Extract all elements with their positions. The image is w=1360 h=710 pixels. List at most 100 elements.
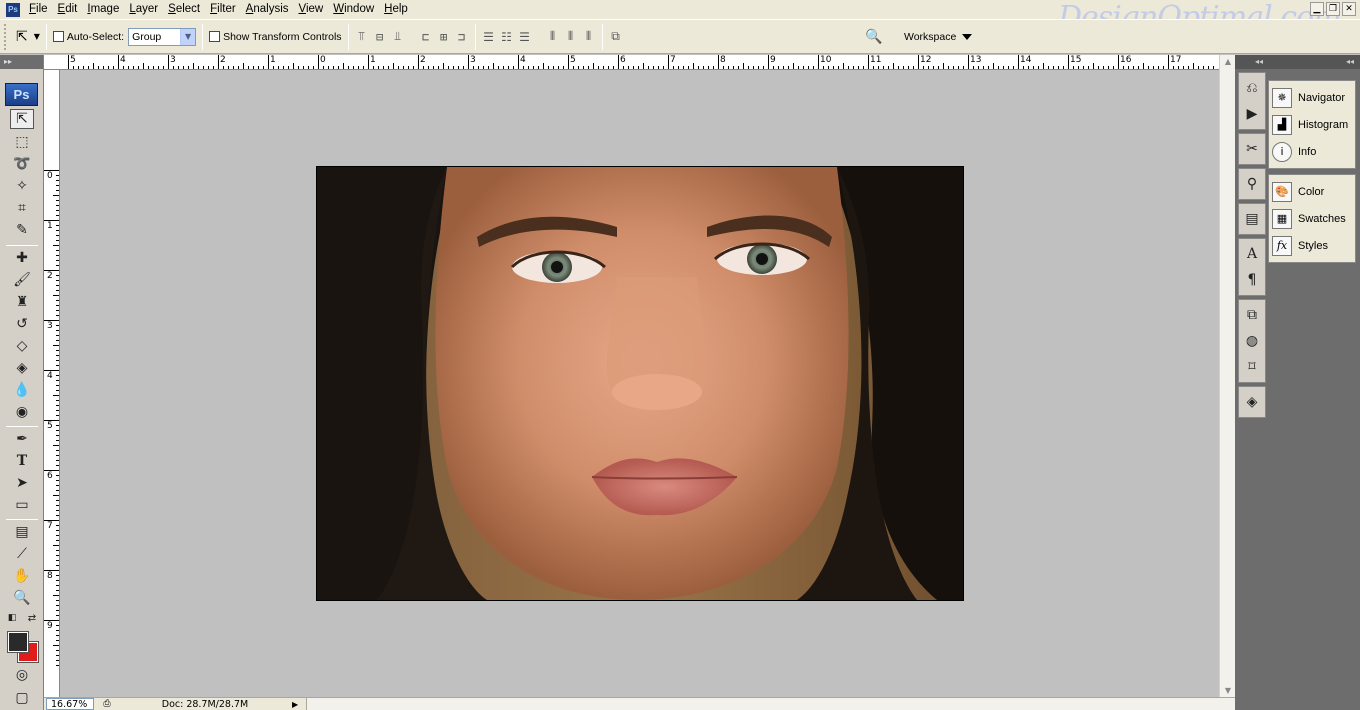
path-selection-tool-icon[interactable]: ➤ [10, 473, 34, 493]
go-to-bridge-button[interactable]: 🔍 [862, 26, 886, 48]
align-bottom-icon[interactable]: ⫫ [391, 29, 405, 44]
hand-tool-icon[interactable]: ✋ [10, 566, 34, 586]
crop-tool-icon[interactable]: ⌗ [10, 198, 34, 218]
auto-align-icon[interactable]: ⧉ [609, 29, 623, 44]
zoom-field[interactable]: 16.67% [46, 698, 94, 710]
history-panel-icon[interactable]: ⎌ [1239, 75, 1265, 101]
channels-panel-icon[interactable]: ◍ [1239, 328, 1265, 354]
ruler-minor-tick [603, 66, 604, 69]
layers-panel-icon[interactable]: ◈ [1239, 389, 1265, 415]
checkbox-box[interactable] [52, 31, 64, 42]
screen-mode-icon[interactable]: ▢ [10, 688, 34, 708]
menu-layer[interactable]: Layer [124, 0, 163, 19]
distribute-buttons: ☰ ☷ ☰ ⦀ ⦀ ⦀ [482, 29, 596, 44]
clone-stamp-tool-icon[interactable]: ♜ [10, 292, 34, 312]
dock-header[interactable]: ◂◂ ◂◂ [1235, 55, 1360, 69]
brushes-panel-icon[interactable]: ⚲ [1239, 171, 1265, 197]
distribute-hcenter-icon[interactable]: ⦀ [564, 29, 578, 44]
workspace-button[interactable]: Workspace [896, 26, 980, 48]
panel-styles[interactable]: fx Styles [1269, 232, 1355, 259]
align-top-icon[interactable]: ⫪ [355, 29, 369, 44]
ruler-minor-tick [633, 66, 634, 69]
menu-filter[interactable]: Filter [205, 0, 241, 19]
lasso-tool-icon[interactable]: ➰ [10, 154, 34, 174]
align-hcenter-icon[interactable]: ⊞ [437, 30, 451, 44]
eraser-tool-icon[interactable]: ◇ [10, 336, 34, 356]
paint-bucket-tool-icon[interactable]: ◈ [10, 358, 34, 378]
notes-tool-icon[interactable]: ▤ [10, 522, 34, 542]
chevron-down-icon[interactable]: ▼ [180, 28, 196, 45]
blur-tool-icon[interactable]: 💧 [10, 380, 34, 400]
panel-info[interactable]: i Info [1269, 138, 1355, 165]
options-grip[interactable] [4, 23, 10, 50]
pen-tool-icon[interactable]: ✒ [10, 429, 34, 449]
menu-window[interactable]: Window [328, 0, 379, 19]
quick-mask-icon[interactable]: ◎ [10, 665, 34, 685]
magic-wand-tool-icon[interactable]: ✧ [10, 176, 34, 196]
ruler-minor-tick [778, 66, 779, 69]
paths-panel-icon[interactable]: ⌑ [1239, 354, 1265, 380]
foreground-color-swatch[interactable] [7, 631, 29, 653]
marquee-tool-icon[interactable]: ⬚ [10, 132, 34, 152]
character-panel-icon[interactable]: A [1239, 241, 1265, 267]
show-transform-checkbox[interactable]: Show Transform Controls [209, 31, 342, 43]
actions-panel-icon[interactable]: ▶ [1239, 101, 1265, 127]
panel-histogram[interactable]: ▟ Histogram [1269, 111, 1355, 138]
scroll-down-icon[interactable]: ▼ [1223, 686, 1233, 695]
distribute-vcenter-icon[interactable]: ☷ [500, 30, 514, 44]
checkbox-box[interactable] [209, 31, 221, 42]
healing-brush-tool-icon[interactable]: ✚ [10, 248, 34, 268]
align-vcenter-icon[interactable]: ⊟ [373, 30, 387, 44]
doc-info-icon[interactable]: ⎙ [100, 698, 114, 710]
doc-size-readout: Doc: 28.7M/28.7M [161, 698, 249, 710]
menu-file[interactable]: File [24, 0, 53, 19]
distribute-right-icon[interactable]: ⦀ [582, 29, 596, 44]
scroll-up-icon[interactable]: ▲ [1223, 57, 1233, 66]
move-tool-icon[interactable]: ⇱ [10, 109, 34, 129]
menu-view[interactable]: View [294, 0, 329, 19]
distribute-bottom-icon[interactable]: ☰ [518, 30, 532, 44]
collapse-icon[interactable]: ◂◂ [1255, 55, 1263, 69]
auto-select-checkbox[interactable]: Auto-Select: [52, 31, 124, 43]
rectangle-tool-icon[interactable]: ▭ [10, 495, 34, 515]
distribute-top-icon[interactable]: ☰ [482, 30, 496, 44]
distribute-left-icon[interactable]: ⦀ [546, 29, 560, 44]
vertical-scrollbar[interactable]: ▲ ▼ [1219, 55, 1235, 697]
eyedropper-tool-icon[interactable]: ⟋ [10, 544, 34, 564]
default-colors-icon[interactable]: ◧ [6, 612, 18, 624]
panel-navigator[interactable]: ✵ Navigator [1269, 84, 1355, 111]
panel-color[interactable]: 🎨 Color [1269, 178, 1355, 205]
panel-swatches[interactable]: ▦ Swatches [1269, 205, 1355, 232]
layer-comps-panel-icon[interactable]: ⧉ [1239, 302, 1265, 328]
type-tool-icon[interactable]: T [10, 451, 34, 471]
brush-tool-icon[interactable]: 🖌 [10, 270, 34, 290]
dodge-tool-icon[interactable]: ◉ [10, 402, 34, 422]
menu-analysis[interactable]: Analysis [241, 0, 294, 19]
horizontal-scrollbar[interactable] [306, 698, 1235, 710]
minimize-icon[interactable]: ▁ [1310, 2, 1324, 16]
history-brush-tool-icon[interactable]: ↺ [10, 314, 34, 334]
clone-source-panel-icon[interactable]: ▤ [1239, 206, 1265, 232]
menu-select[interactable]: Select [163, 0, 205, 19]
swap-colors-icon[interactable]: ⇄ [26, 612, 38, 624]
toolbox-header[interactable]: ▸▸ [0, 55, 43, 69]
ruler-minor-tick [56, 375, 59, 376]
ruler-minor-tick [53, 595, 59, 596]
status-menu-arrow-icon[interactable]: ▶ [292, 700, 302, 709]
slice-tool-icon[interactable]: ✎ [10, 220, 34, 240]
tool-presets-panel-icon[interactable]: ✂ [1239, 136, 1265, 162]
tool-preset-picker[interactable]: ⇱ ▼ [16, 29, 40, 45]
align-right-icon[interactable]: ⊐ [455, 30, 469, 44]
menu-edit[interactable]: Edit [53, 0, 83, 19]
auto-select-dropdown[interactable]: Group ▼ [128, 27, 197, 46]
align-left-icon[interactable]: ⊏ [419, 30, 433, 44]
expand-icon[interactable]: ◂◂ [1346, 55, 1354, 69]
menu-help[interactable]: Help [379, 0, 413, 19]
ps-badge[interactable]: Ps [5, 83, 38, 106]
restore-icon[interactable]: ❐ [1326, 2, 1340, 16]
close-icon[interactable]: ✕ [1342, 2, 1356, 16]
zoom-tool-icon[interactable]: 🔍 [10, 588, 34, 608]
menu-image[interactable]: Image [82, 0, 124, 19]
document-image[interactable] [316, 166, 964, 601]
paragraph-panel-icon[interactable]: ¶ [1239, 267, 1265, 293]
